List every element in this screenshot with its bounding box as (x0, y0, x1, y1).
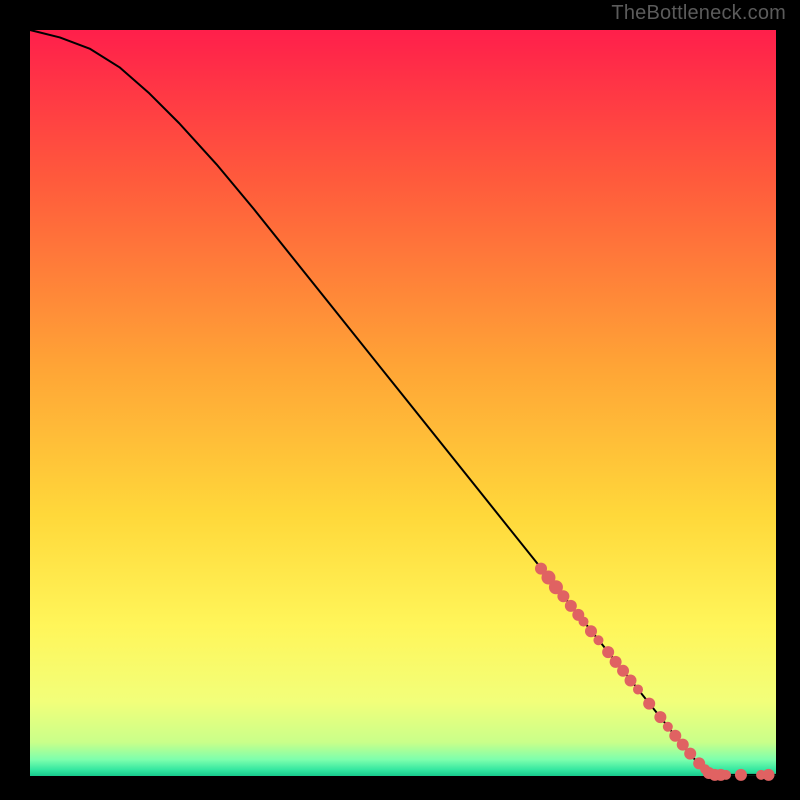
attribution-label: TheBottleneck.com (611, 2, 786, 25)
data-marker (735, 769, 747, 781)
data-marker (654, 711, 666, 723)
data-marker (721, 770, 731, 780)
data-marker (633, 684, 643, 694)
data-marker (684, 748, 696, 760)
chart-svg (0, 0, 800, 800)
plot-bg (30, 30, 776, 776)
data-marker (643, 698, 655, 710)
data-marker (585, 625, 597, 637)
data-marker (579, 617, 589, 627)
data-marker (593, 635, 603, 645)
data-marker (625, 675, 637, 687)
data-marker (663, 722, 673, 732)
chart-container: TheBottleneck.com (0, 0, 800, 800)
data-marker (557, 590, 569, 602)
data-marker (763, 769, 775, 781)
data-marker (602, 646, 614, 658)
data-marker (617, 665, 629, 677)
